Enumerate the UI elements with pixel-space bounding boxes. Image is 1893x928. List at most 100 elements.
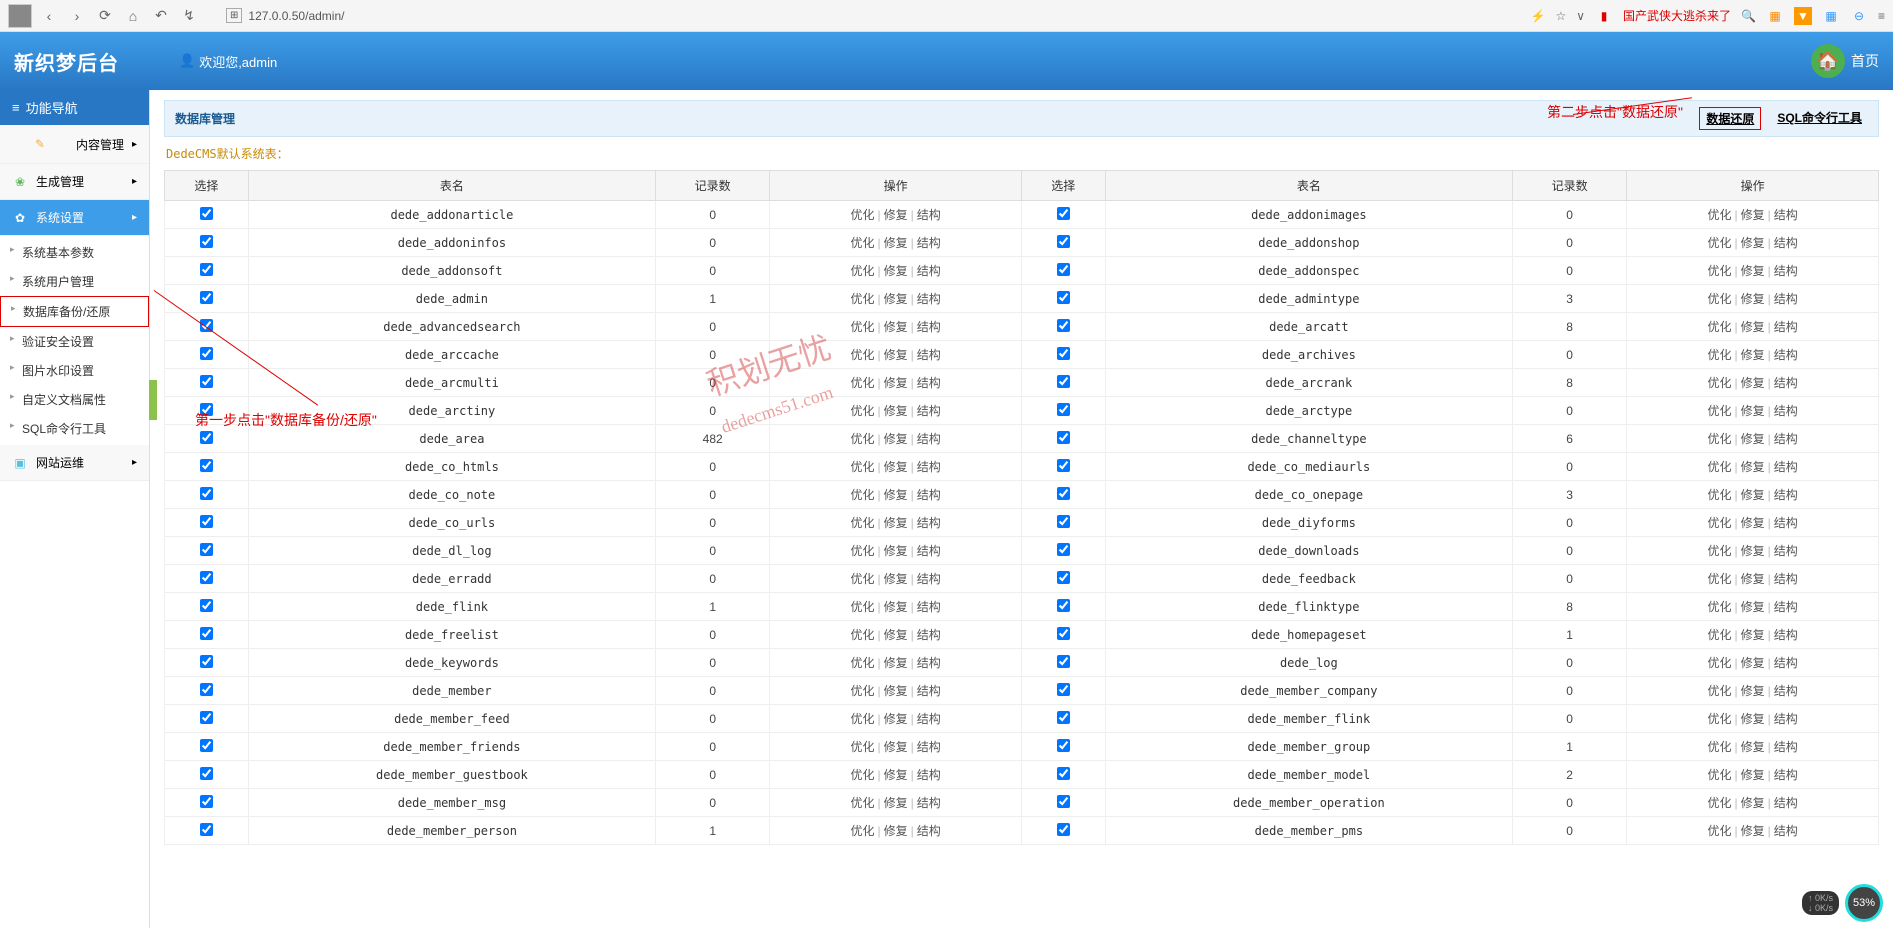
op-fix[interactable]: 修复 (884, 684, 908, 698)
row-checkbox[interactable] (1057, 599, 1070, 612)
op-opt[interactable]: 优化 (850, 544, 874, 558)
op-fix[interactable]: 修复 (884, 824, 908, 838)
op-fix[interactable]: 修复 (884, 740, 908, 754)
home-button[interactable]: ⌂ (122, 5, 144, 27)
op-opt[interactable]: 优化 (1707, 320, 1731, 334)
op-struct[interactable]: 结构 (917, 656, 941, 670)
row-checkbox[interactable] (1057, 319, 1070, 332)
row-checkbox[interactable] (200, 263, 213, 276)
op-struct[interactable]: 结构 (917, 796, 941, 810)
op-opt[interactable]: 优化 (1707, 264, 1731, 278)
bolt-icon[interactable]: ⚡ (1531, 9, 1546, 23)
op-opt[interactable]: 优化 (850, 516, 874, 530)
row-checkbox[interactable] (1057, 543, 1070, 556)
op-fix[interactable]: 修复 (1741, 628, 1765, 642)
row-checkbox[interactable] (1057, 795, 1070, 808)
op-fix[interactable]: 修复 (1741, 404, 1765, 418)
op-struct[interactable]: 结构 (1774, 544, 1798, 558)
op-opt[interactable]: 优化 (850, 824, 874, 838)
op-fix[interactable]: 修复 (884, 488, 908, 502)
op-fix[interactable]: 修复 (884, 376, 908, 390)
op-fix[interactable]: 修复 (1741, 824, 1765, 838)
op-struct[interactable]: 结构 (1774, 796, 1798, 810)
menu-icon[interactable]: ≡ (1878, 9, 1885, 23)
op-struct[interactable]: 结构 (1774, 516, 1798, 530)
back-button[interactable]: ‹ (38, 5, 60, 27)
row-checkbox[interactable] (200, 347, 213, 360)
op-fix[interactable]: 修复 (884, 236, 908, 250)
row-checkbox[interactable] (1057, 403, 1070, 416)
row-checkbox[interactable] (1057, 767, 1070, 780)
sub-item-0[interactable]: 系统基本参数 (0, 238, 149, 267)
op-fix[interactable]: 修复 (1741, 376, 1765, 390)
op-struct[interactable]: 结构 (1774, 320, 1798, 334)
op-opt[interactable]: 优化 (850, 320, 874, 334)
op-opt[interactable]: 优化 (850, 656, 874, 670)
op-opt[interactable]: 优化 (850, 264, 874, 278)
op-struct[interactable]: 结构 (1774, 712, 1798, 726)
op-fix[interactable]: 修复 (884, 292, 908, 306)
op-opt[interactable]: 优化 (850, 768, 874, 782)
op-struct[interactable]: 结构 (1774, 488, 1798, 502)
row-checkbox[interactable] (1057, 655, 1070, 668)
op-opt[interactable]: 优化 (850, 432, 874, 446)
row-checkbox[interactable] (1057, 627, 1070, 640)
row-checkbox[interactable] (200, 207, 213, 220)
minimize-icon[interactable]: ⊖ (1850, 7, 1868, 25)
op-opt[interactable]: 优化 (1707, 460, 1731, 474)
op-fix[interactable]: 修复 (884, 404, 908, 418)
row-checkbox[interactable] (200, 515, 213, 528)
op-opt[interactable]: 优化 (1707, 544, 1731, 558)
op-struct[interactable]: 结构 (1774, 740, 1798, 754)
op-opt[interactable]: 优化 (1707, 572, 1731, 586)
op-fix[interactable]: 修复 (884, 264, 908, 278)
sql-tool-link[interactable]: SQL命令行工具 (1771, 107, 1868, 130)
op-fix[interactable]: 修复 (884, 320, 908, 334)
op-fix[interactable]: 修复 (884, 544, 908, 558)
op-fix[interactable]: 修复 (884, 460, 908, 474)
op-struct[interactable]: 结构 (917, 320, 941, 334)
row-checkbox[interactable] (1057, 235, 1070, 248)
op-fix[interactable]: 修复 (884, 208, 908, 222)
down-icon[interactable]: ▼ (1794, 7, 1812, 25)
op-fix[interactable]: 修复 (884, 572, 908, 586)
op-struct[interactable]: 结构 (1774, 348, 1798, 362)
row-checkbox[interactable] (1057, 459, 1070, 472)
op-fix[interactable]: 修复 (1741, 712, 1765, 726)
row-checkbox[interactable] (200, 543, 213, 556)
restore-link[interactable]: 数据还原 (1699, 107, 1761, 130)
row-checkbox[interactable] (200, 739, 213, 752)
op-struct[interactable]: 结构 (1774, 264, 1798, 278)
row-checkbox[interactable] (200, 711, 213, 724)
op-fix[interactable]: 修复 (1741, 236, 1765, 250)
op-opt[interactable]: 优化 (850, 740, 874, 754)
op-opt[interactable]: 优化 (1707, 628, 1731, 642)
op-fix[interactable]: 修复 (884, 796, 908, 810)
op-opt[interactable]: 优化 (1707, 432, 1731, 446)
row-checkbox[interactable] (1057, 207, 1070, 220)
op-struct[interactable]: 结构 (917, 460, 941, 474)
reload-button[interactable]: ⟳ (94, 5, 116, 27)
op-struct[interactable]: 结构 (917, 348, 941, 362)
op-opt[interactable]: 优化 (850, 460, 874, 474)
op-fix[interactable]: 修复 (1741, 348, 1765, 362)
row-checkbox[interactable] (1057, 823, 1070, 836)
op-fix[interactable]: 修复 (1741, 292, 1765, 306)
op-opt[interactable]: 优化 (850, 488, 874, 502)
qr-icon[interactable]: ▦ (1822, 7, 1840, 25)
op-struct[interactable]: 结构 (1774, 460, 1798, 474)
row-checkbox[interactable] (200, 487, 213, 500)
op-fix[interactable]: 修复 (1741, 488, 1765, 502)
row-checkbox[interactable] (1057, 739, 1070, 752)
sub-item-6[interactable]: SQL命令行工具 (0, 414, 149, 443)
op-opt[interactable]: 优化 (1707, 684, 1731, 698)
sub-item-1[interactable]: 系统用户管理 (0, 267, 149, 296)
op-fix[interactable]: 修复 (884, 656, 908, 670)
chevron-down-icon[interactable]: ∨ (1576, 9, 1585, 23)
op-fix[interactable]: 修复 (1741, 684, 1765, 698)
sub-item-5[interactable]: 自定义文档属性 (0, 385, 149, 414)
op-struct[interactable]: 结构 (917, 600, 941, 614)
row-checkbox[interactable] (200, 683, 213, 696)
op-struct[interactable]: 结构 (1774, 656, 1798, 670)
op-struct[interactable]: 结构 (1774, 404, 1798, 418)
